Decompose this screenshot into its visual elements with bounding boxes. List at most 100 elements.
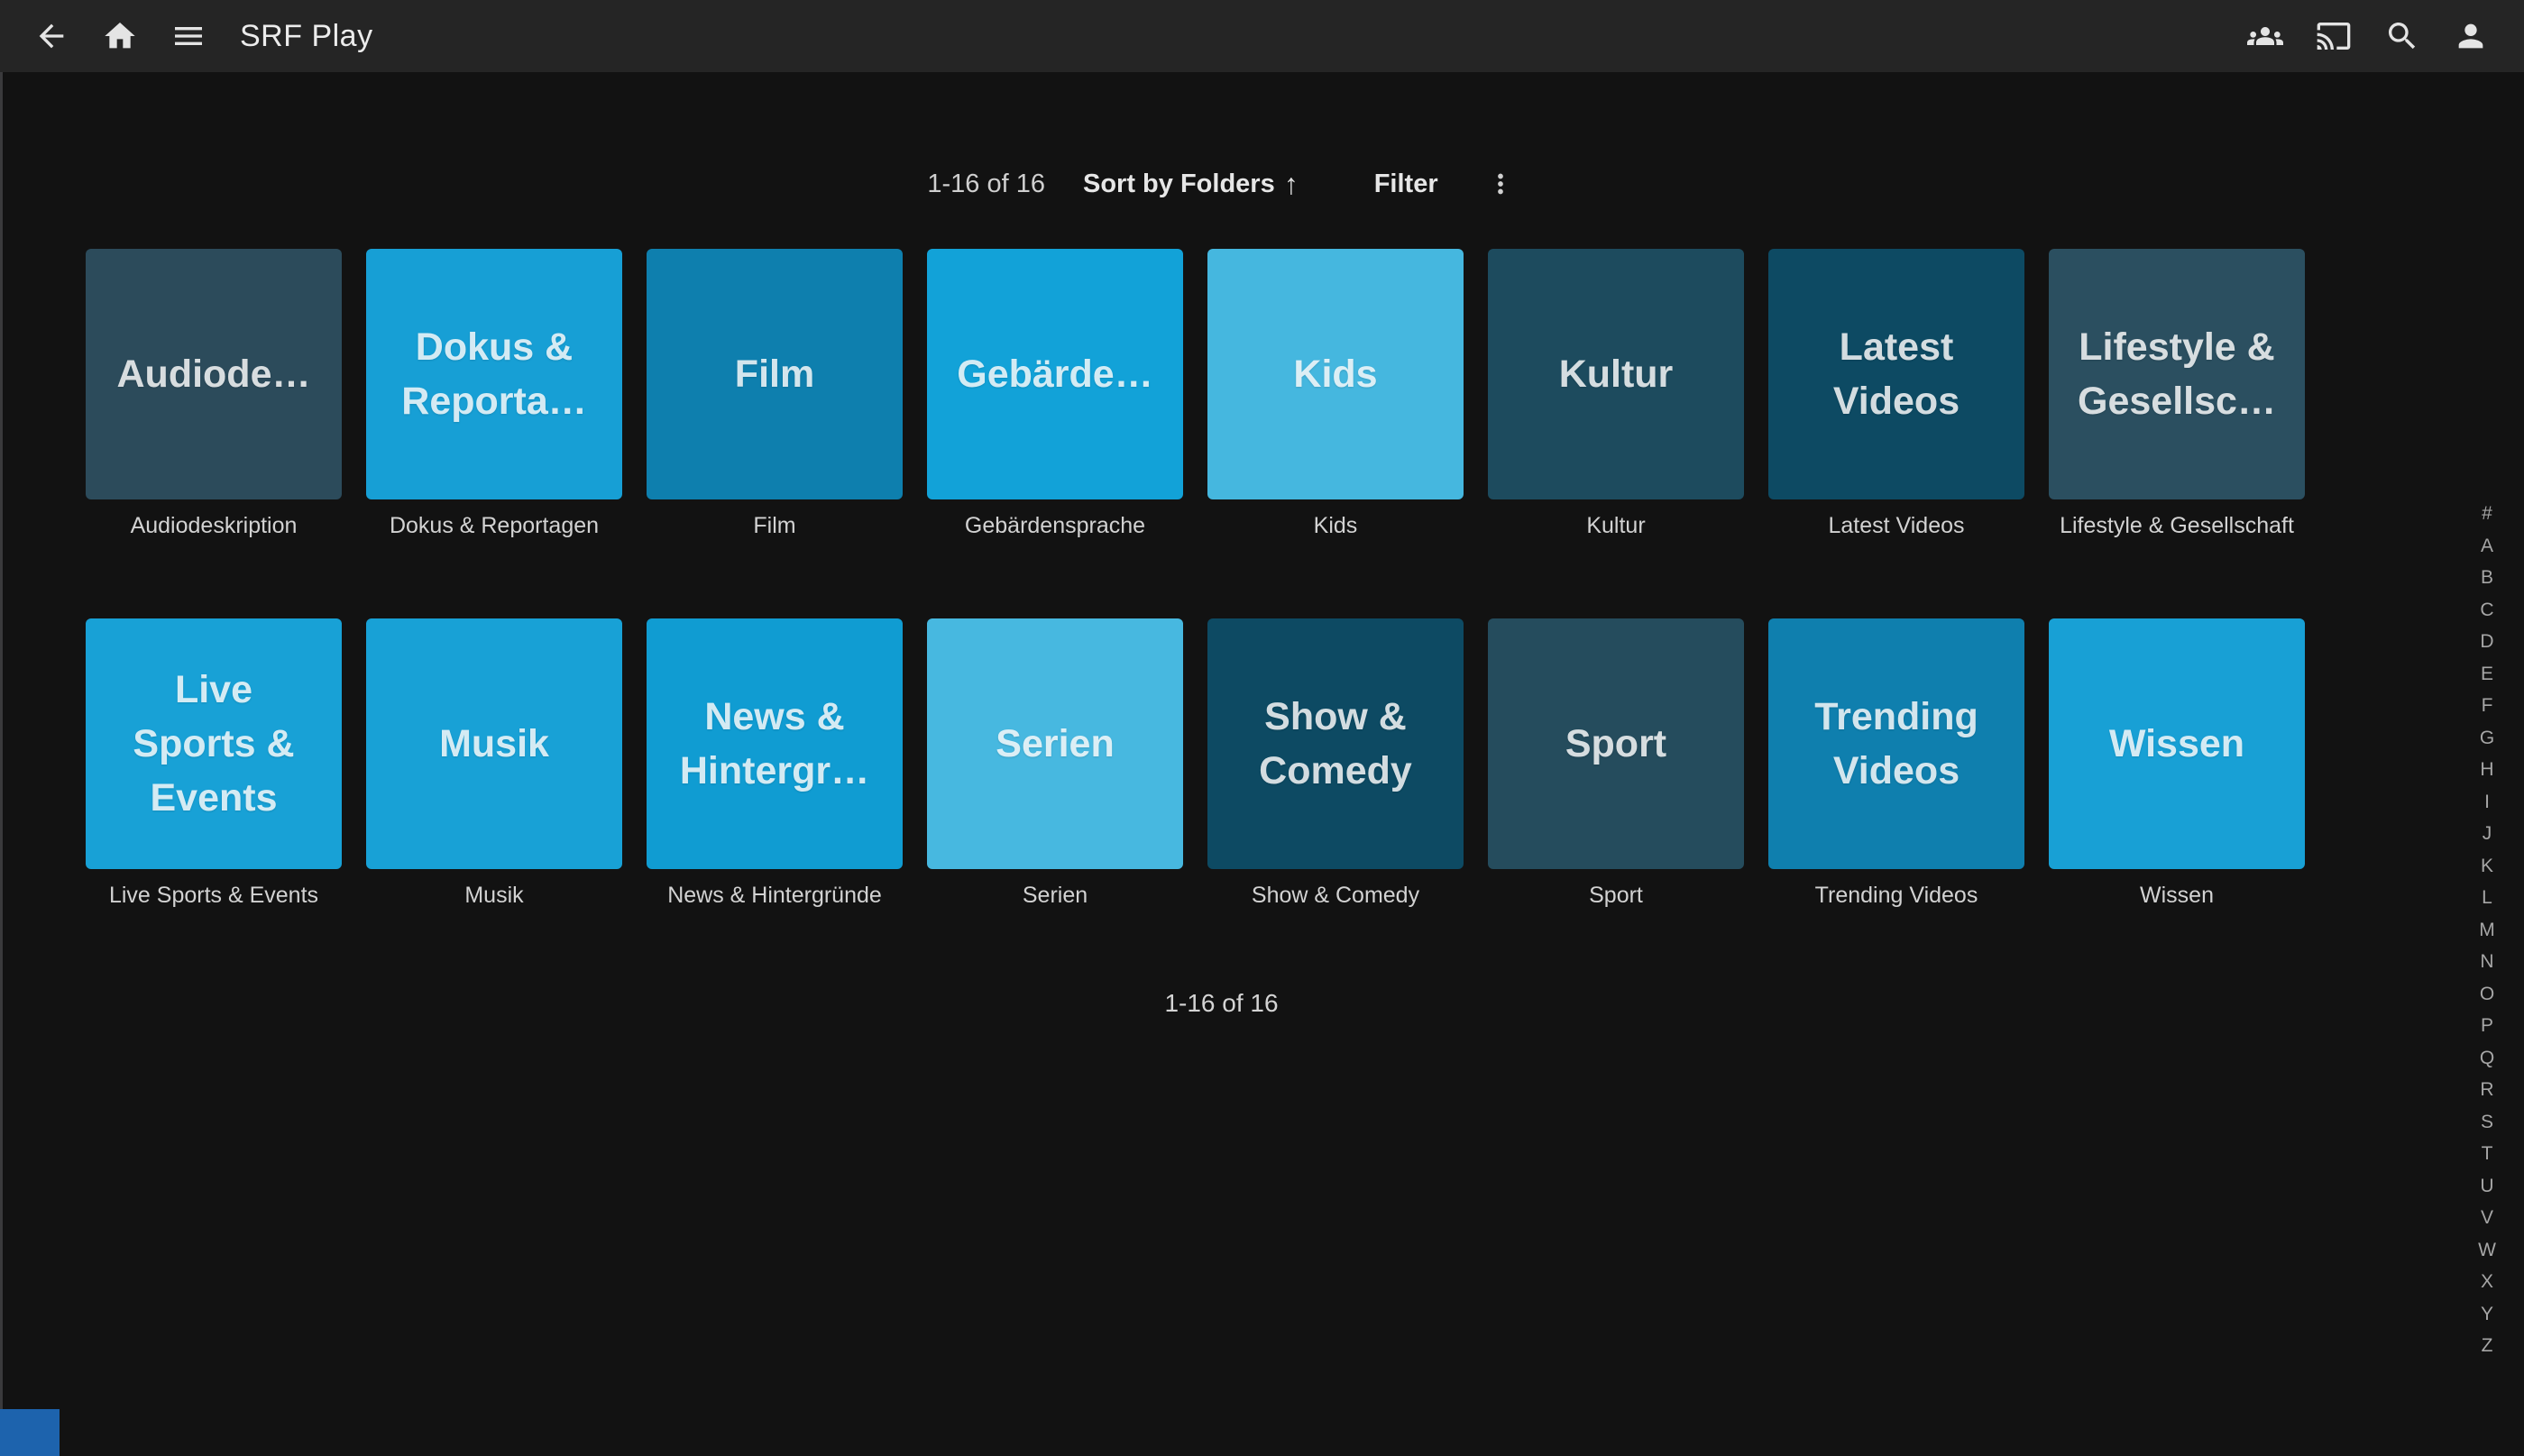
folder-card[interactable]: LatestVideos Latest Videos bbox=[1768, 249, 2024, 545]
folder-card[interactable]: Gebärde…Gebärdensprache bbox=[927, 249, 1183, 545]
alpha-letter[interactable]: F bbox=[2450, 690, 2524, 722]
folder-caption: News & Hintergründe bbox=[647, 883, 903, 915]
folder-tile-title-line: Comedy bbox=[1259, 744, 1412, 798]
filter-button[interactable]: Filter bbox=[1374, 169, 1438, 199]
folder-tile: Sport bbox=[1488, 618, 1744, 869]
folder-caption: Latest Videos bbox=[1768, 513, 2024, 545]
alpha-letter[interactable]: V bbox=[2450, 1202, 2524, 1234]
folder-caption: Dokus & Reportagen bbox=[366, 513, 622, 545]
folder-tile: Musik bbox=[366, 618, 622, 869]
folder-tile: Audiode… bbox=[86, 249, 342, 499]
alpha-letter[interactable]: X bbox=[2450, 1266, 2524, 1298]
alpha-letter[interactable]: B bbox=[2450, 562, 2524, 594]
folder-card[interactable]: Lifestyle &Gesellsc…Lifestyle & Gesellsc… bbox=[2049, 249, 2305, 545]
folder-tile-title-line: Serien bbox=[996, 717, 1114, 771]
alpha-letter[interactable]: Y bbox=[2450, 1298, 2524, 1331]
folder-tile-title-line: News & bbox=[704, 690, 844, 744]
home-icon[interactable] bbox=[99, 15, 141, 57]
folder-tile-title-line: Audiode… bbox=[117, 347, 311, 401]
alpha-letter[interactable]: R bbox=[2450, 1074, 2524, 1106]
folder-card[interactable]: News &Hintergr…News & Hintergründe bbox=[647, 618, 903, 915]
folder-tile-title-line: Musik bbox=[439, 717, 549, 771]
alpha-letter[interactable]: Z bbox=[2450, 1330, 2524, 1362]
folder-tile: LiveSports &Events bbox=[86, 618, 342, 869]
folder-tile-title-line: Kultur bbox=[1559, 347, 1674, 401]
folder-card[interactable]: Musik Musik bbox=[366, 618, 622, 915]
folder-tile: Dokus &Reporta… bbox=[366, 249, 622, 499]
folder-card[interactable]: Audiode… Audiodeskription bbox=[86, 249, 342, 545]
folder-card[interactable]: Sport Sport bbox=[1488, 618, 1744, 915]
menu-icon[interactable] bbox=[168, 15, 209, 57]
folder-caption: Show & Comedy bbox=[1207, 883, 1464, 915]
cast-icon[interactable] bbox=[2313, 15, 2354, 57]
library-content: 1-16 of 16 Sort by Folders ↑ Filter Audi… bbox=[0, 166, 2443, 1018]
folder-caption: Audiodeskription bbox=[86, 513, 342, 545]
folder-card[interactable]: KulturKultur bbox=[1488, 249, 1744, 545]
search-icon[interactable] bbox=[2382, 15, 2423, 57]
alpha-letter[interactable]: O bbox=[2450, 978, 2524, 1011]
folder-tile-title-line: Kids bbox=[1293, 347, 1377, 401]
folder-caption: Wissen bbox=[2049, 883, 2305, 915]
footer-range-label: 1-16 of 16 bbox=[0, 989, 2443, 1018]
alpha-letter[interactable]: I bbox=[2450, 786, 2524, 819]
folder-caption: Film bbox=[647, 513, 903, 545]
folder-caption: Lifestyle & Gesellschaft bbox=[2049, 513, 2305, 545]
folder-card[interactable]: Film Film bbox=[647, 249, 903, 545]
overflow-menu-icon[interactable] bbox=[1485, 169, 1516, 199]
alpha-letter[interactable]: E bbox=[2450, 658, 2524, 691]
folder-caption: Serien bbox=[927, 883, 1183, 915]
alpha-letter[interactable]: N bbox=[2450, 946, 2524, 978]
alpha-letter[interactable]: # bbox=[2450, 498, 2524, 530]
alpha-letter[interactable]: T bbox=[2450, 1138, 2524, 1170]
folder-tile-title-line: Events bbox=[150, 771, 277, 825]
folder-caption: Sport bbox=[1488, 883, 1744, 915]
folder-tile: Film bbox=[647, 249, 903, 499]
folder-tile: Serien bbox=[927, 618, 1183, 869]
folder-tile-title-line: Show & bbox=[1264, 690, 1407, 744]
folder-tile-title-line: Sports & bbox=[133, 717, 294, 771]
alpha-letter[interactable]: W bbox=[2450, 1234, 2524, 1267]
sort-button-label: Sort by Folders bbox=[1083, 169, 1275, 199]
alpha-letter[interactable]: S bbox=[2450, 1106, 2524, 1139]
folder-card[interactable]: Show &ComedyShow & Comedy bbox=[1207, 618, 1464, 915]
alpha-letter[interactable]: C bbox=[2450, 594, 2524, 627]
syncplay-group-icon[interactable] bbox=[2244, 15, 2286, 57]
alpha-letter[interactable]: L bbox=[2450, 882, 2524, 914]
folder-caption: Musik bbox=[366, 883, 622, 915]
folder-card[interactable]: TrendingVideos Trending Videos bbox=[1768, 618, 2024, 915]
user-icon[interactable] bbox=[2450, 15, 2492, 57]
folder-caption: Live Sports & Events bbox=[86, 883, 342, 915]
alpha-letter[interactable]: U bbox=[2450, 1170, 2524, 1203]
folder-tile-title-line: Reporta… bbox=[401, 374, 586, 428]
folder-card[interactable]: Serien Serien bbox=[927, 618, 1183, 915]
folder-card[interactable]: Wissen Wissen bbox=[2049, 618, 2305, 915]
folder-tile-title-line: Trending bbox=[1814, 690, 1978, 744]
folder-card[interactable]: LiveSports &Events Live Sports & Events bbox=[86, 618, 342, 915]
folder-tile-title-line: Wissen bbox=[2109, 717, 2244, 771]
folder-tile: LatestVideos bbox=[1768, 249, 2024, 499]
alpha-letter[interactable]: J bbox=[2450, 818, 2524, 850]
folder-tile-title-line: Film bbox=[735, 347, 814, 401]
alphabet-picker: #ABCDEFGHIJKLMNOPQRSTUVWXYZ bbox=[2450, 498, 2524, 1362]
back-arrow-icon[interactable] bbox=[31, 15, 72, 57]
left-scrollbar-track[interactable] bbox=[0, 72, 3, 1456]
alpha-letter[interactable]: M bbox=[2450, 914, 2524, 947]
folder-card[interactable]: Dokus &Reporta… Dokus & Reportagen bbox=[366, 249, 622, 545]
folder-caption: Trending Videos bbox=[1768, 883, 2024, 915]
top-app-bar: SRF Play bbox=[0, 0, 2524, 72]
sort-button[interactable]: Sort by Folders ↑ bbox=[1083, 168, 1299, 201]
folder-tile-title-line: Lifestyle & bbox=[2079, 320, 2274, 374]
alpha-letter[interactable]: K bbox=[2450, 850, 2524, 883]
folder-tile: TrendingVideos bbox=[1768, 618, 2024, 869]
alpha-letter[interactable]: A bbox=[2450, 530, 2524, 563]
folder-tile-title-line: Gebärde… bbox=[957, 347, 1152, 401]
folder-card[interactable]: Kids Kids bbox=[1207, 249, 1464, 545]
page-title: SRF Play bbox=[240, 19, 373, 54]
alpha-letter[interactable]: H bbox=[2450, 754, 2524, 786]
alpha-letter[interactable]: G bbox=[2450, 722, 2524, 755]
folder-tile: Show &Comedy bbox=[1207, 618, 1464, 869]
alpha-letter[interactable]: Q bbox=[2450, 1042, 2524, 1075]
folder-caption: Kids bbox=[1207, 513, 1464, 545]
alpha-letter[interactable]: P bbox=[2450, 1010, 2524, 1042]
alpha-letter[interactable]: D bbox=[2450, 626, 2524, 658]
